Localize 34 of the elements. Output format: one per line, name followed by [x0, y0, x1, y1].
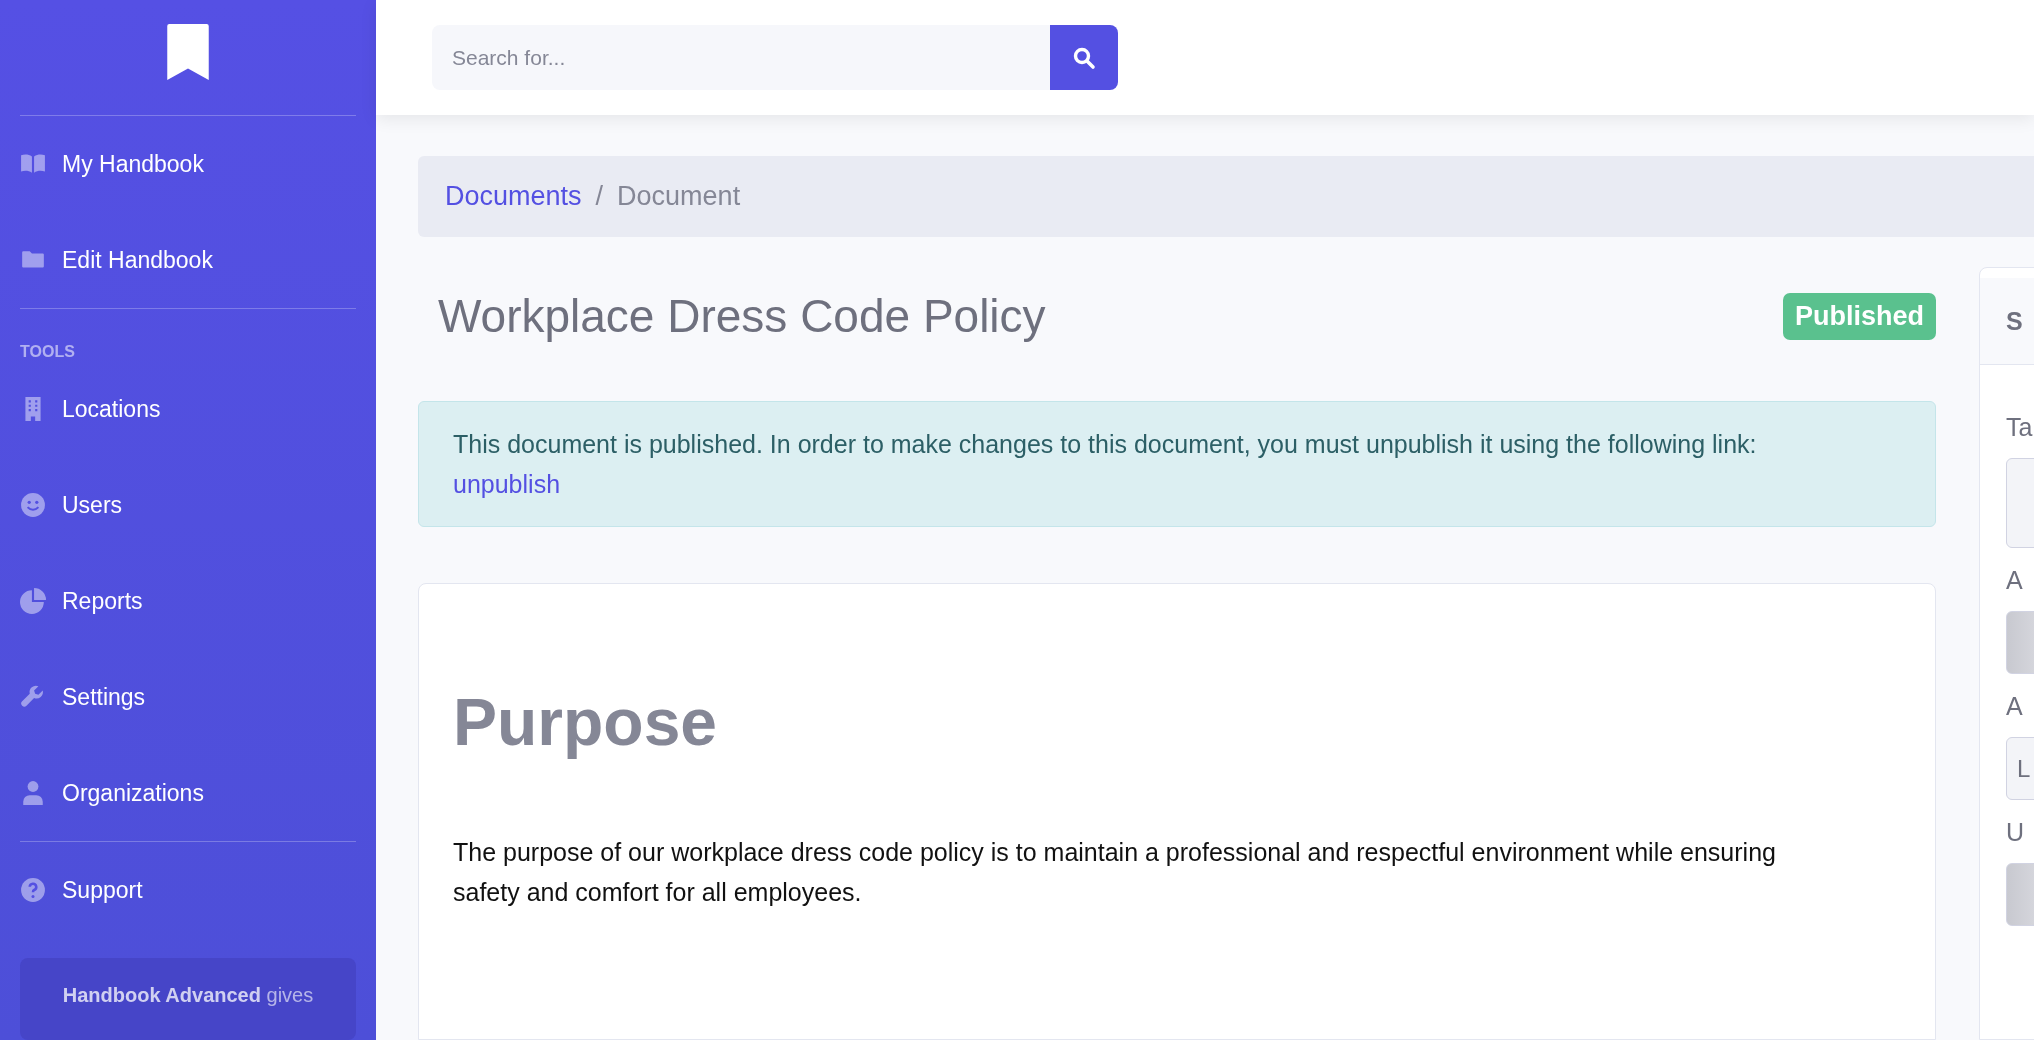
sidebar-item[interactable]: Organizations	[20, 745, 356, 841]
sidebar-item[interactable]: My Handbook	[20, 116, 356, 212]
pie-icon	[20, 588, 46, 614]
unpublish-link[interactable]: unpublish	[453, 470, 561, 498]
paragraph: The purpose of our workplace dress code policy is to maintain a professional and respectful environment while ensuring safety and comfort for all employees.	[453, 837, 1777, 908]
status-badge: Published	[1783, 292, 1936, 340]
search-field[interactable]: Search for...	[432, 25, 1050, 90]
section-heading: Purpose	[453, 684, 719, 760]
smile-icon	[20, 492, 46, 518]
sidebar-heading: TOOLS	[20, 342, 76, 361]
promo-text: Handbook Advanced gives	[62, 984, 314, 1008]
breadcrumb-current: Document	[617, 181, 741, 212]
sidebar-item[interactable]: Edit Handbook	[20, 212, 356, 308]
alert-text: This document is published. In order to make changes to this document, you must unpublish it using the following link: unpublish	[453, 429, 1758, 500]
panel-title: S	[2006, 306, 2023, 336]
user-icon	[20, 780, 46, 806]
sidebar-item[interactable]: Settings	[20, 649, 356, 745]
search-button[interactable]	[1050, 25, 1118, 90]
question-icon	[20, 877, 46, 903]
sidebar-item[interactable]: Reports	[20, 553, 356, 649]
field-label: A	[2006, 692, 2023, 721]
breadcrumb-link[interactable]: Documents	[445, 181, 582, 212]
wrench-icon	[20, 684, 46, 710]
field-label: Ta	[2006, 413, 2033, 442]
document-title: Workplace Dress Code Policy	[438, 289, 1046, 343]
field-label: U	[2006, 818, 2025, 847]
sidebar-item[interactable]: Users	[20, 457, 356, 553]
breadcrumb-separator: /	[595, 181, 604, 212]
bookmark-logo-icon[interactable]	[167, 23, 209, 80]
search-icon	[1072, 45, 1096, 70]
sidebar-item[interactable]: Support	[20, 842, 356, 938]
field-label: A	[2006, 566, 2023, 595]
input-field[interactable]: L	[2006, 737, 2034, 800]
sidebar-item[interactable]: Locations	[20, 361, 356, 457]
